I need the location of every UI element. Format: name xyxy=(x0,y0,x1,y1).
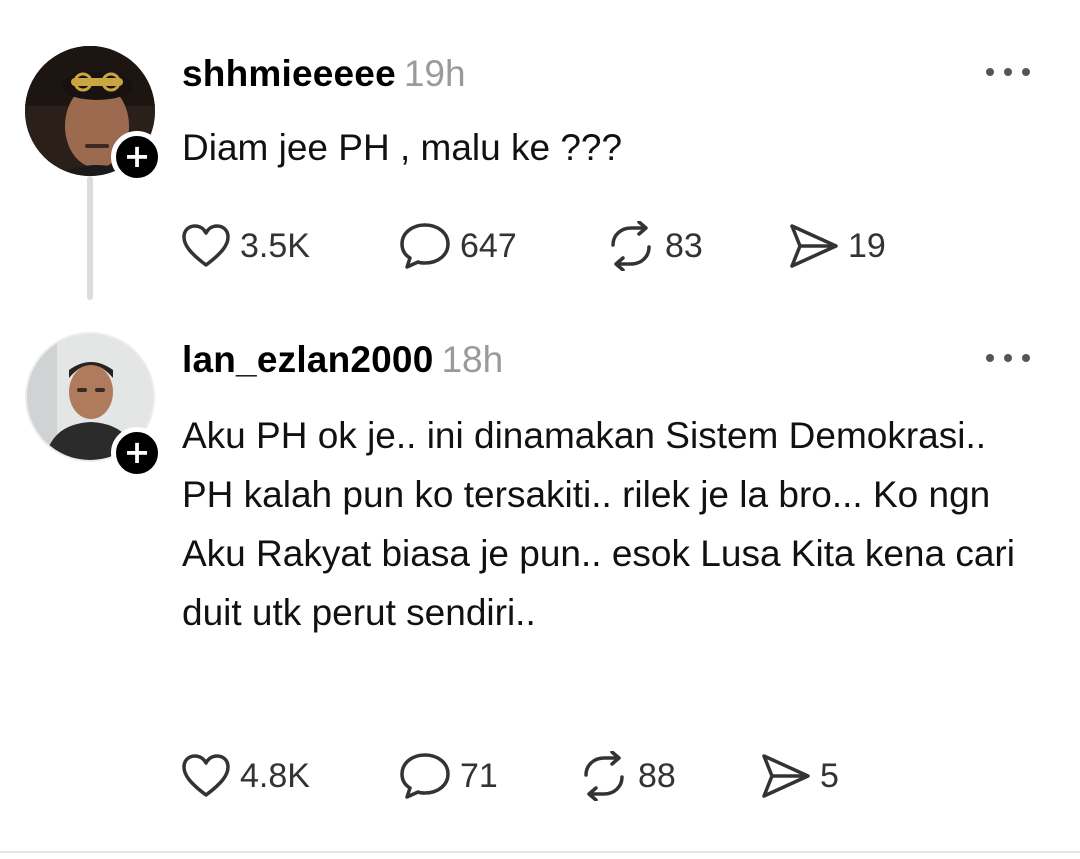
more-options-icon[interactable] xyxy=(986,346,1030,370)
reply-button[interactable]: 71 xyxy=(398,748,498,804)
share-paper-plane-icon xyxy=(790,224,838,268)
share-paper-plane-icon xyxy=(762,754,810,798)
reply-count: 71 xyxy=(460,756,498,795)
repost-count: 83 xyxy=(665,226,703,265)
reply-bubble-icon xyxy=(400,223,450,269)
reply-button[interactable]: 647 xyxy=(398,218,517,274)
post-text: Aku PH ok je.. ini dinamakan Sistem Demo… xyxy=(182,415,1015,633)
reply-bubble-icon xyxy=(400,753,450,799)
share-count: 19 xyxy=(848,226,886,265)
thread-post: + lan_ezlan2000 18h Aku PH ok je.. ini di… xyxy=(0,320,1080,859)
like-button[interactable]: 4.8K xyxy=(180,748,310,804)
follow-plus-button[interactable]: + xyxy=(111,131,163,183)
username[interactable]: lan_ezlan2000 xyxy=(182,339,433,380)
timestamp: 18h xyxy=(441,339,504,380)
heart-icon xyxy=(182,754,230,797)
like-count: 3.5K xyxy=(240,226,310,265)
timestamp: 19h xyxy=(403,53,466,94)
share-count: 5 xyxy=(820,756,839,795)
like-count: 4.8K xyxy=(240,756,310,795)
post-actions: 3.5K 647 83 19 xyxy=(0,218,1080,274)
heart-icon xyxy=(182,224,230,267)
follow-plus-button[interactable]: + xyxy=(111,427,163,479)
post-header: lan_ezlan2000 18h xyxy=(182,338,503,382)
repost-arrows-icon xyxy=(584,751,624,801)
username[interactable]: shhmieeeee xyxy=(182,53,396,94)
like-button[interactable]: 3.5K xyxy=(180,218,310,274)
post-header: shhmieeeee 19h xyxy=(182,52,466,96)
post-text: Diam jee PH , malu ke ??? xyxy=(182,127,623,168)
share-button[interactable]: 19 xyxy=(788,218,886,274)
repost-arrows-icon xyxy=(611,221,651,271)
reply-count: 647 xyxy=(460,226,517,265)
post-actions: 4.8K 71 88 5 xyxy=(0,748,1080,804)
share-button[interactable]: 5 xyxy=(760,748,839,804)
repost-button[interactable]: 88 xyxy=(578,748,676,804)
thread-post: + shhmieeeee 19h Diam jee PH , malu ke ??… xyxy=(0,0,1080,300)
more-options-icon[interactable] xyxy=(986,60,1030,84)
repost-count: 88 xyxy=(638,756,676,795)
bottom-divider xyxy=(0,851,1080,853)
repost-button[interactable]: 83 xyxy=(605,218,703,274)
